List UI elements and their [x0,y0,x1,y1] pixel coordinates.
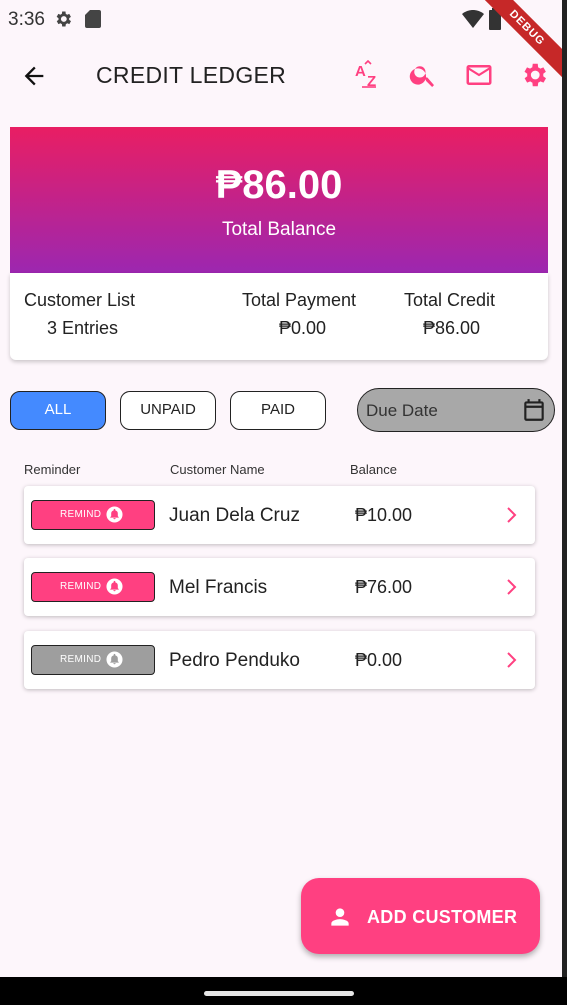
total-credit-label: Total Credit [404,290,496,310]
reminder-column-header: Reminder [24,462,81,477]
customer-row[interactable]: REMIND Pedro Penduko ₱0.00 [24,631,535,689]
bell-icon [106,651,123,673]
total-payment-value: ₱0.00 [279,318,327,338]
status-bar: 3:36 [0,0,562,40]
sort-az-icon[interactable]: A Z [354,59,384,97]
due-date-placeholder: Due Date [366,401,438,420]
due-date-field[interactable]: Due Date [357,388,555,432]
calendar-icon[interactable] [521,397,547,428]
total-balance-amount: ₱86.00 [215,163,343,207]
sd-card-icon [85,10,101,33]
home-gesture-handle[interactable] [204,991,354,996]
search-icon[interactable] [408,60,438,95]
status-time: 3:36 [8,9,45,30]
remind-button[interactable]: REMIND [31,645,155,675]
total-balance-label: Total Balance [221,219,337,240]
back-arrow-icon[interactable] [20,62,48,95]
app-screen: 3:36 DEBUG CREDIT LEDGER A Z ₱86.00 Tota… [0,0,562,977]
customer-name: Juan Dela Cruz [169,505,300,526]
summary-card: Customer List 3 Entries Total Payment ₱0… [10,273,548,360]
bell-icon [106,506,123,528]
filter-paid-button[interactable]: PAID [230,391,326,430]
chevron-right-icon[interactable] [504,651,520,674]
remind-button[interactable]: REMIND [31,572,155,602]
customer-list-label: Customer List [24,290,136,310]
svg-text:A: A [355,63,366,80]
screen-edge [562,0,567,1005]
customer-name: Mel Francis [169,577,268,598]
filter-all-button[interactable]: ALL [10,391,106,430]
add-customer-label: ADD CUSTOMER [367,907,518,927]
customer-list-value: 3 Entries [47,318,119,338]
balance-column-header: Balance [350,462,397,477]
remind-label: REMIND [60,509,102,520]
bell-icon [106,578,123,600]
settings-status-icon [53,9,73,34]
filter-unpaid-button[interactable]: UNPAID [120,391,216,430]
customer-balance: ₱10.00 [355,505,413,525]
customer-row[interactable]: REMIND Juan Dela Cruz ₱10.00 [24,486,535,544]
chevron-right-icon[interactable] [504,506,520,529]
mail-icon[interactable] [463,60,495,95]
chevron-right-icon[interactable] [504,578,520,601]
settings-gear-icon[interactable] [519,60,549,95]
total-balance-card: ₱86.00 Total Balance [10,127,548,273]
customer-row[interactable]: REMIND Mel Francis ₱76.00 [24,558,535,616]
total-payment-label: Total Payment [242,290,357,310]
customer-balance: ₱76.00 [355,577,413,597]
remind-label: REMIND [60,581,102,592]
remind-button[interactable]: REMIND [31,500,155,530]
add-customer-button[interactable]: ADD CUSTOMER [301,878,540,954]
customer-name-column-header: Customer Name [170,462,265,477]
total-credit-value: ₱86.00 [423,318,481,338]
remind-label: REMIND [60,654,102,665]
customer-name: Pedro Penduko [169,650,300,671]
person-icon [327,904,353,935]
wifi-icon [462,9,484,33]
customer-balance: ₱0.00 [355,650,403,670]
app-bar: CREDIT LEDGER A Z [0,50,562,102]
page-title: CREDIT LEDGER [96,62,287,88]
